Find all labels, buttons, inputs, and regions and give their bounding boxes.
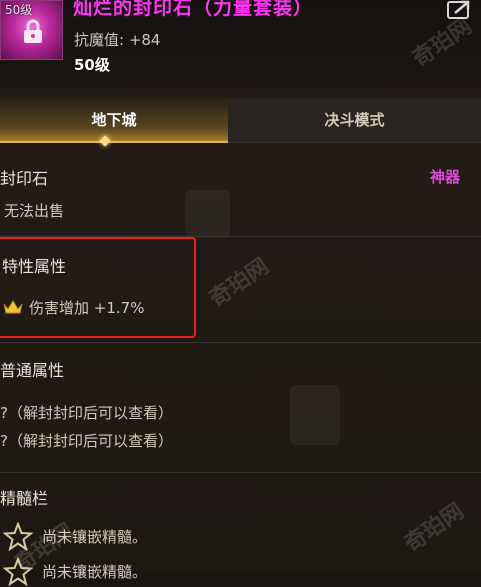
active-tab-indicator bbox=[99, 135, 111, 147]
divider bbox=[0, 342, 481, 343]
item-stat: 抗魔值: +84 bbox=[74, 31, 161, 49]
normal-attr-line: ?（解封封印后可以查看） bbox=[0, 404, 173, 422]
mode-tabs: 地下城 决斗模式 bbox=[0, 99, 481, 147]
tab-dungeon[interactable]: 地下城 bbox=[0, 99, 228, 147]
gem-slot-item: 尚未镶嵌精髓。 bbox=[42, 563, 148, 581]
item-category: 封印石 bbox=[0, 169, 49, 188]
background-ghost-icon bbox=[185, 190, 230, 238]
watermark: 奇珀网 bbox=[205, 253, 274, 313]
tab-pvp[interactable]: 决斗模式 bbox=[228, 99, 481, 143]
watermark: 奇珀网 bbox=[400, 498, 469, 558]
background-ghost-icon bbox=[290, 385, 340, 445]
divider bbox=[0, 472, 481, 473]
item-rarity: 神器 bbox=[430, 168, 461, 186]
normal-attr-line: ?（解封封印后可以查看） bbox=[0, 432, 173, 450]
trade-status: 无法出售 bbox=[4, 202, 65, 220]
gem-slots-heading: 精髓栏 bbox=[0, 489, 49, 508]
lock-icon bbox=[24, 19, 42, 43]
item-level: 50级 bbox=[74, 56, 110, 74]
item-title: 灿烂的封印石（力量套装） bbox=[73, 0, 314, 19]
special-attr-heading: 特性属性 bbox=[2, 257, 67, 276]
tab-pvp-label: 决斗模式 bbox=[324, 111, 385, 129]
tab-dungeon-label: 地下城 bbox=[91, 111, 137, 129]
normal-attr-heading: 普通属性 bbox=[0, 361, 65, 380]
crown-icon bbox=[3, 300, 23, 314]
special-attr-value: 伤害增加 +1.7% bbox=[29, 299, 145, 317]
item-icon: 50级 bbox=[0, 0, 63, 60]
item-level-tag: 50级 bbox=[5, 3, 33, 17]
item-tooltip-panel: 50级 灿烂的封印石（力量套装） 抗魔值: +84 50级 地下城 决斗模式 封… bbox=[0, 0, 481, 587]
